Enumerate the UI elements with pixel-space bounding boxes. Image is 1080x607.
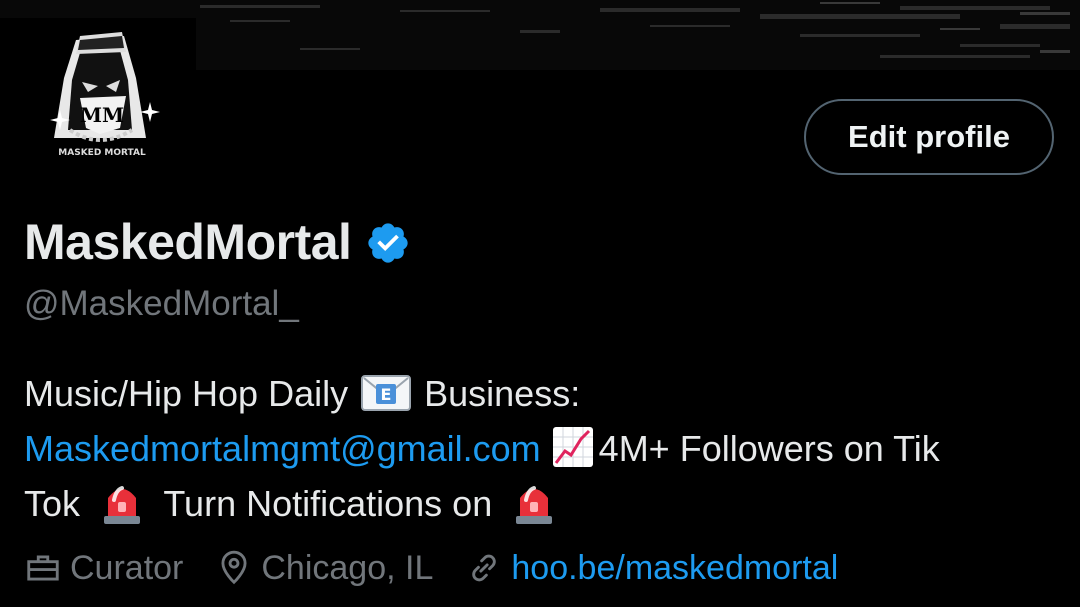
- siren-emoji-icon: [516, 486, 553, 524]
- chart-increasing-emoji-icon: [552, 427, 593, 467]
- profile-bio: Music/Hip Hop Daily E Business: Maskedmo…: [24, 366, 1064, 531]
- bio-text-music: Music/Hip Hop Daily: [24, 373, 349, 414]
- profile-name-row: MaskedMortal: [24, 210, 411, 274]
- edit-profile-button[interactable]: Edit profile: [804, 99, 1054, 175]
- location-text: Chicago, IL: [261, 548, 434, 587]
- profile-profession: Curator: [24, 549, 183, 588]
- bio-text-tok: Tok: [24, 483, 81, 524]
- bio-text-business: Business:: [424, 373, 581, 414]
- profile-handle: @MaskedMortal_: [24, 284, 299, 323]
- profile-website[interactable]: hoo.be/maskedmortal: [465, 549, 838, 588]
- briefcase-icon: [27, 555, 59, 581]
- bio-followers-text: 4M+ Followers on Tik: [598, 428, 940, 469]
- link-icon: [472, 554, 497, 582]
- envelope-emoji-icon: E: [361, 375, 412, 411]
- profession-text: Curator: [70, 548, 184, 587]
- bio-email-link[interactable]: Maskedmortalmgmt@gmail.com: [24, 428, 541, 469]
- website-link[interactable]: hoo.be/maskedmortal: [511, 549, 838, 588]
- avatar-monogram: MM: [80, 103, 124, 127]
- avatar-logo: MM MASKED MORTAL: [0, 18, 196, 178]
- location-pin-icon: [221, 550, 247, 585]
- profile-location: Chicago, IL: [215, 549, 433, 588]
- bio-notifications-text: Turn Notifications on: [163, 483, 493, 524]
- display-name: MaskedMortal: [24, 214, 352, 270]
- verified-badge-icon[interactable]: [365, 220, 411, 266]
- avatar-logo-text: MASKED MORTAL: [58, 148, 146, 158]
- siren-emoji-icon: [104, 486, 141, 524]
- profile-avatar[interactable]: MM MASKED MORTAL: [0, 18, 196, 178]
- svg-text:E: E: [381, 385, 392, 404]
- profile-meta-row: Curator Chicago, IL hoo.be/maskedmortal: [24, 540, 870, 596]
